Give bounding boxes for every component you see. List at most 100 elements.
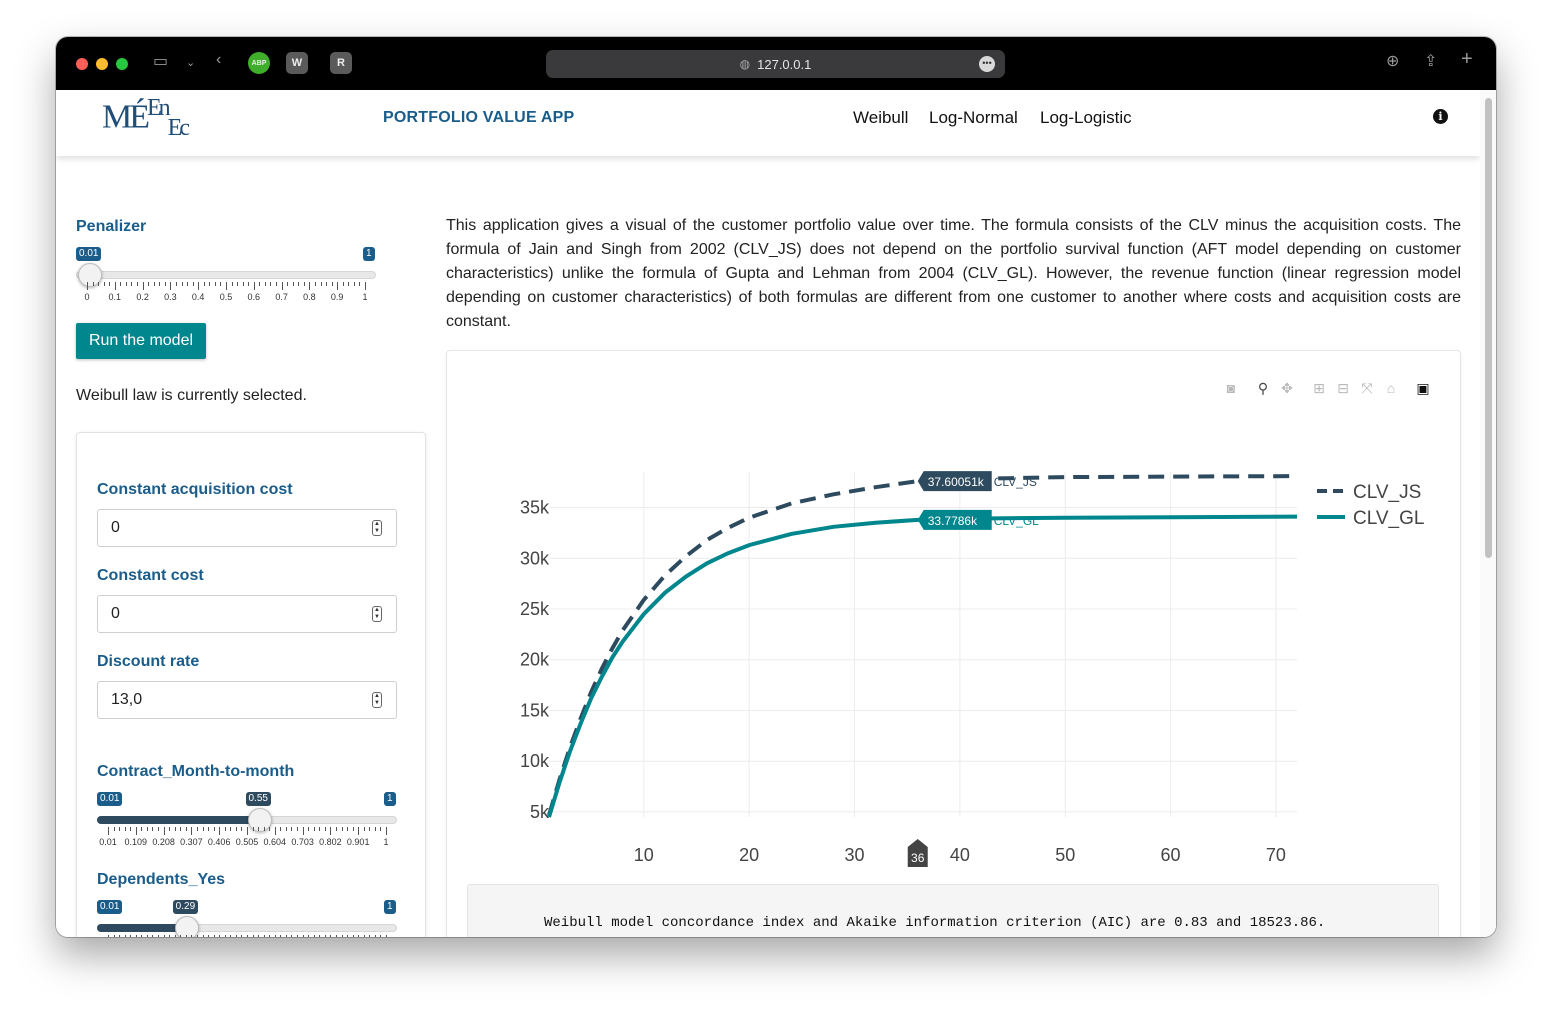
nav-log-normal[interactable]: Log-Normal [929,108,1018,128]
zoom-window-button[interactable] [116,58,128,70]
discount-rate-value: 13,0 [111,691,143,708]
slider-tick [291,935,293,937]
slider-tick [326,282,328,286]
slider-tick-label: 0.7 [275,292,288,302]
slider-tick [313,827,315,831]
portfolio-value-chart[interactable]: 10 20 30 40 50 60 70 5k 10k 15k 20k 25k 30k 35k CLV_JS… [447,391,1462,937]
slider-tick [386,827,387,835]
x-tick-label: 60 [1161,845,1181,865]
slider-tick [313,935,315,937]
slider-tick [191,827,193,835]
slider-tick [175,282,177,286]
slider-tick [237,282,239,286]
slider-tick-label: 1 [383,837,389,847]
slider-tick [108,935,109,937]
slider-tick [103,282,105,286]
slider-tick [252,827,254,831]
slider-tick [142,282,144,290]
download-icon[interactable]: ⊕ [1386,51,1399,71]
slider-tick [152,935,154,937]
contract-value-tag: 0.55 [245,792,271,806]
slider-tick [287,282,289,286]
slider-tick [135,827,137,835]
penalizer-slider-track[interactable] [76,271,376,279]
constant-cost-stepper-icon[interactable]: ▲ ▼ [372,606,382,622]
chevron-down-icon[interactable]: ⌄ [186,56,195,69]
adblock-extension-icon[interactable]: ABP [248,52,270,74]
slider-tick [214,282,216,286]
logo[interactable]: MÉEnEc [102,95,190,142]
penalizer-max-tag: 1 [363,247,375,261]
slider-tick [342,282,344,286]
constant-cost-input[interactable]: 0 ▲ ▼ [97,595,397,633]
slider-tick [358,827,360,835]
slider-tick [269,827,271,831]
y-tick-label: 5k [530,802,550,822]
minimize-window-button[interactable] [96,58,108,70]
slider-tick [235,935,237,937]
slider-tick-label: 0.505 [235,837,259,847]
slider-tick [331,282,333,286]
legend-label: CLV_JS [1353,482,1421,503]
nav-log-logistic[interactable]: Log-Logistic [1040,108,1132,128]
slider-tick [347,827,349,831]
discount-rate-stepper-icon[interactable]: ▲ ▼ [372,692,382,708]
slider-tick [213,935,215,937]
more-icon[interactable]: ••• [979,56,995,72]
slider-tick [164,282,166,286]
dependents-slider-handle[interactable] [174,916,199,937]
nav-weibull[interactable]: Weibull [853,108,908,128]
slider-tick [174,827,176,831]
model-result-box: Weibull model concordance index and Akai… [467,884,1439,937]
run-model-button[interactable]: Run the model [76,323,206,359]
slider-tick [302,827,304,835]
acquisition-cost-input[interactable]: 0 ▲ ▼ [97,509,397,547]
slider-tick [219,827,221,835]
slider-tick-label: 0.6 [247,292,261,302]
slider-tick [280,827,282,831]
sidebar-toggle-icon[interactable]: ▭ [153,51,168,71]
discount-rate-label: Discount rate [97,653,200,670]
browser-titlebar: ▭ ⌄ ‹ ABP W R ◍ 127.0.0.1 ••• ⊕ ⇪ + [56,37,1496,90]
page-scrollbar[interactable] [1480,90,1496,937]
slider-tick [274,827,276,835]
slider-tick [252,935,254,937]
slider-tick [374,827,376,831]
slider-tick [263,827,265,831]
share-icon[interactable]: ⇪ [1424,51,1437,71]
slider-tick-label: 0.109 [124,837,148,847]
slider-tick [114,282,116,290]
slider-tick [98,282,100,286]
x-tick-label: 50 [1055,845,1075,865]
slider-tick [169,827,171,831]
info-icon[interactable]: i [1433,109,1448,124]
slider-tick [180,827,182,831]
slider-tick-label: 0.3 [164,292,177,302]
app-title[interactable]: PORTFOLIO VALUE APP [383,109,574,127]
slider-tick [302,935,304,937]
slider-tick [141,827,143,831]
slider-tick [308,827,310,831]
slider-tick [87,282,88,290]
slider-tick [270,282,272,286]
back-arrow-icon[interactable]: ‹ [216,51,221,69]
discount-rate-input[interactable]: 13,0 ▲ ▼ [97,681,397,719]
scrollbar-thumb[interactable] [1485,98,1492,558]
slider-tick [158,935,160,937]
w-extension-icon[interactable]: W [286,52,308,74]
chart-card: ◙ ⚲ ✥ ⊞ ⊟ ⤧ ⌂ ▣ 10 20 30 40 50 60 70 5k 10k 15k 20… [446,350,1461,937]
slider-tick [263,935,265,937]
close-window-button[interactable] [76,58,88,70]
new-tab-icon[interactable]: + [1461,48,1473,71]
slider-tick [291,827,293,831]
r-extension-icon[interactable]: R [330,52,352,74]
address-bar[interactable]: ◍ 127.0.0.1 ••• [546,50,1005,78]
hover-label-value: 37.60051k [928,475,985,489]
slider-tick-label: 0.307 [180,837,203,847]
slider-tick [241,935,243,937]
contract-min-tag: 0.01 [97,792,123,806]
slider-tick [341,935,343,937]
contract-ticks [108,827,387,837]
acquisition-cost-stepper-icon[interactable]: ▲ ▼ [372,520,382,536]
slider-tick-label: 0.406 [207,837,231,847]
